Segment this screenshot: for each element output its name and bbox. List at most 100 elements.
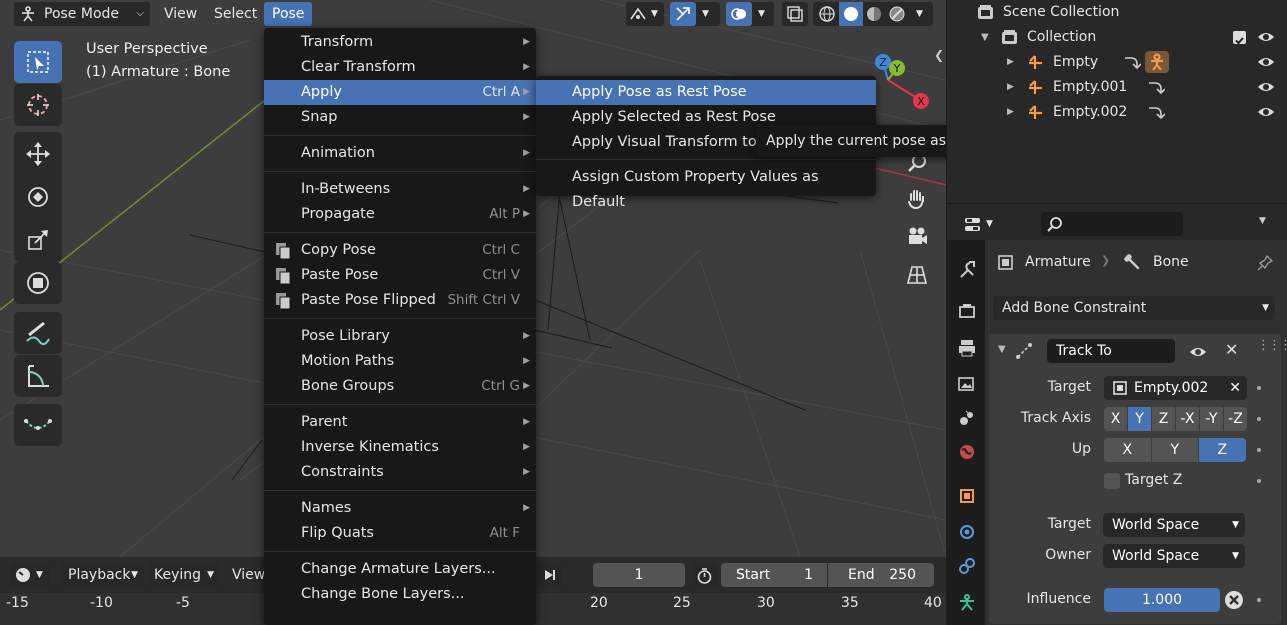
tab-scene[interactable] [953, 404, 981, 432]
transform-orientation-button[interactable]: ▼ [626, 2, 664, 26]
apply-pose-as-rest-pose-item[interactable]: Apply Pose as Rest Pose [536, 80, 876, 105]
camera-view-button[interactable] [900, 220, 934, 254]
navigation-gizmo[interactable]: Z Y X [870, 52, 940, 114]
expand-right-icon[interactable]: ▶ [1007, 50, 1014, 75]
drag-handle-icon[interactable]: ⋮⋮⋮ [1257, 338, 1287, 353]
current-frame-field[interactable]: 1 [593, 563, 685, 587]
pose-menu-item-change-armature-layers[interactable]: Change Armature Layers... [264, 557, 536, 582]
editor-type-button[interactable]: ▼ [959, 212, 999, 236]
track-axis-neg-z[interactable]: -Z [1224, 407, 1247, 431]
up-axis-y[interactable]: Y [1151, 438, 1198, 462]
exclude-checkbox[interactable] [1233, 31, 1246, 45]
menu-view[interactable]: View [156, 2, 205, 26]
expand-right-icon[interactable]: ▶ [1007, 75, 1014, 100]
measure-tool[interactable] [14, 355, 62, 397]
playback-menu[interactable]: Playback ▼ [60, 563, 144, 587]
owner-space-dropdown[interactable]: World Space ▼ [1103, 544, 1245, 568]
pose-menu-item-paste-pose-flipped[interactable]: Paste Pose Flipped Shift Ctrl V [264, 288, 536, 313]
eye-icon[interactable] [1257, 80, 1275, 94]
clear-icon[interactable]: ✕ [1229, 376, 1241, 400]
tab-tool[interactable] [953, 256, 981, 284]
tab-view-layer[interactable] [953, 370, 981, 398]
pose-menu-item-apply[interactable]: Apply Ctrl A ▶ [264, 80, 536, 105]
transform-tool[interactable] [14, 262, 62, 304]
pose-menu-item-propagate[interactable]: Propagate Alt P ▶ [264, 202, 536, 227]
menu-pose[interactable]: Pose [264, 2, 313, 26]
rotate-icon[interactable] [25, 184, 51, 210]
pose-menu-item-constraints[interactable]: Constraints ▶ [264, 460, 536, 485]
end-frame-field[interactable]: End 250 [828, 563, 934, 587]
xray-toggle[interactable] [782, 2, 808, 26]
properties-search-input[interactable] [1041, 212, 1183, 236]
select-box-tool[interactable] [14, 41, 62, 83]
scale-icon[interactable] [25, 227, 51, 253]
pose-menu-item-in-betweens[interactable]: In-Betweens ▶ [264, 177, 536, 202]
up-axis-z[interactable]: Z [1199, 438, 1246, 462]
move-icon[interactable] [25, 141, 51, 167]
start-frame-field[interactable]: Start 1 [721, 563, 827, 587]
pose-menu-item-pose-library[interactable]: Pose Library ▶ [264, 324, 536, 349]
keying-menu[interactable]: Keying ▼ [148, 563, 220, 587]
add-bone-constraint-dropdown[interactable]: Add Bone Constraint ▼ [993, 296, 1275, 320]
pose-menu-item-snap[interactable]: Snap ▶ [264, 105, 536, 130]
track-axis-y[interactable]: Y [1128, 407, 1151, 431]
pose-menu-item-copy-pose[interactable]: Copy Pose Ctrl C [264, 238, 536, 263]
pose-menu-item-flip-quats[interactable]: Flip Quats Alt F [264, 521, 536, 546]
tab-physics[interactable] [953, 518, 981, 546]
outliner-row-empty-001[interactable]: ▶ Empty.001 [947, 75, 1287, 100]
properties-editor[interactable]: ▼ ▼ Armature ❯ Bone Add Bone Constraint … [947, 204, 1287, 625]
decorator-dot[interactable] [1257, 417, 1261, 421]
armature-data-badge[interactable] [1145, 51, 1169, 73]
assign-custom-property-defaults-item[interactable]: Assign Custom Property Values as Default [536, 165, 876, 210]
target-z-checkbox[interactable] [1104, 473, 1120, 489]
track-axis-neg-x[interactable]: -X [1176, 407, 1199, 431]
target-object-field[interactable]: Empty.002 ✕ [1104, 376, 1247, 400]
pose-menu-item-paste-pose[interactable]: Paste Pose Ctrl V [264, 263, 536, 288]
eye-icon[interactable] [1257, 30, 1275, 44]
track-axis-x[interactable]: X [1104, 407, 1127, 431]
outliner[interactable]: Scene Collection ▼ Collection ▶ Empty ▶ … [947, 0, 1287, 203]
tab-object-constraints[interactable] [953, 552, 981, 580]
decorator-dot[interactable] [1257, 479, 1261, 483]
disable-keep-transform-icon[interactable] [1224, 590, 1244, 610]
timeline-view-menu[interactable]: View [232, 563, 265, 587]
pose-menu-item-bone-groups[interactable]: Bone Groups Ctrl G ▶ [264, 374, 536, 399]
tab-bone-constraints[interactable] [953, 588, 981, 616]
cursor-tool[interactable] [14, 84, 62, 126]
constraint-name-input[interactable]: Track To [1047, 339, 1175, 363]
pose-menu-item-inverse-kinematics[interactable]: Inverse Kinematics ▶ [264, 435, 536, 460]
pose-menu-item-motion-paths[interactable]: Motion Paths ▶ [264, 349, 536, 374]
tab-object[interactable] [953, 482, 981, 510]
pan-button[interactable] [900, 182, 934, 216]
perspective-toggle-button[interactable] [900, 258, 934, 292]
pose-menu-item-change-bone-layers[interactable]: Change Bone Layers... [264, 582, 536, 607]
influence-slider[interactable]: 1.000 [1104, 588, 1220, 612]
mode-selector[interactable]: Pose Mode ⌵ [14, 2, 150, 26]
editor-type-button[interactable]: ▼ [10, 563, 50, 587]
track-axis-z[interactable]: Z [1152, 407, 1175, 431]
eye-icon[interactable] [1257, 105, 1275, 119]
overlays-toggle[interactable]: ▼ [726, 2, 774, 26]
expand-down-icon[interactable]: ▼ [981, 25, 989, 50]
apply-visual-transform-item[interactable]: Apply Visual Transform to Pose [536, 130, 761, 155]
outliner-row-scene-collection[interactable]: Scene Collection [947, 0, 1287, 25]
tab-output[interactable] [953, 334, 981, 362]
expand-right-icon[interactable]: ▶ [1007, 100, 1014, 125]
eye-icon[interactable] [1189, 345, 1207, 359]
shading-modes[interactable]: ▼ [813, 2, 933, 26]
chevron-down-icon[interactable]: ▼ [1259, 216, 1266, 226]
annotate-tool[interactable] [14, 312, 62, 354]
eye-icon[interactable] [1257, 55, 1275, 69]
pose-menu-item-names[interactable]: Names ▶ [264, 496, 536, 521]
decorator-dot[interactable] [1257, 386, 1261, 390]
target-space-dropdown[interactable]: World Space ▼ [1103, 513, 1245, 537]
preview-range-toggle[interactable] [692, 563, 718, 587]
up-axis-x[interactable]: X [1104, 438, 1151, 462]
outliner-row-collection[interactable]: ▼ Collection [947, 25, 1287, 50]
jump-end-button[interactable] [538, 563, 562, 587]
gizmo-toggle[interactable]: ▼ [670, 2, 720, 26]
menu-select[interactable]: Select [206, 2, 265, 26]
tab-render[interactable] [953, 298, 981, 326]
pose-menu-item-clear-transform[interactable]: Clear Transform ▶ [264, 55, 536, 80]
pose-menu-item-transform[interactable]: Transform ▶ [264, 30, 536, 55]
